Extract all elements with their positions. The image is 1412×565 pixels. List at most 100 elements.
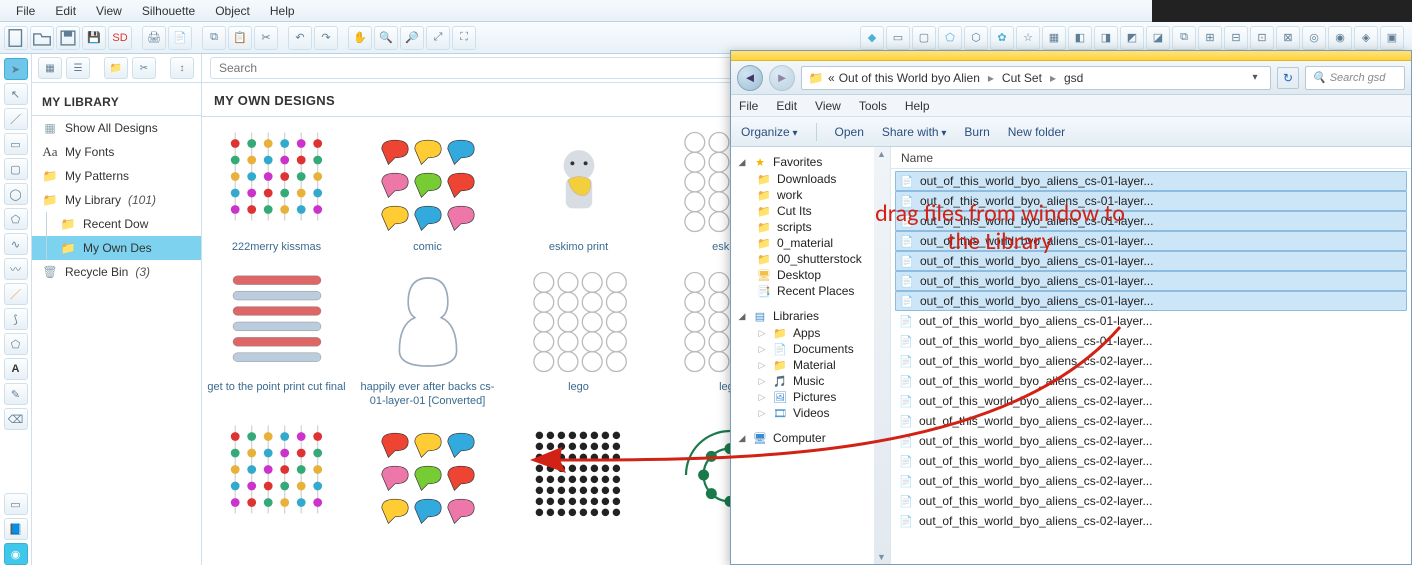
print-icon[interactable]: 🖨 <box>142 26 166 50</box>
file-row[interactable]: 📄out_of_this_world_byo_aliens_cs-01-laye… <box>895 211 1407 231</box>
navtree-item[interactable]: 📁0_material <box>735 235 886 251</box>
design-card[interactable]: 222merry kissmas <box>204 123 349 263</box>
file-row[interactable]: 📄out_of_this_world_byo_aliens_cs-01-laye… <box>895 331 1407 351</box>
text-tool-icon[interactable]: A <box>4 358 28 380</box>
file-row[interactable]: 📄out_of_this_world_byo_aliens_cs-02-laye… <box>895 371 1407 391</box>
eraser-tool-icon[interactable]: ⌫ <box>4 408 28 430</box>
exp-menu-view[interactable]: View <box>815 99 841 113</box>
navtree-item[interactable]: 📁00_shutterstock <box>735 251 886 267</box>
store-icon[interactable]: 📘 <box>4 518 28 540</box>
design-card[interactable] <box>204 416 349 542</box>
file-row[interactable]: 📄out_of_this_world_byo_aliens_cs-01-laye… <box>895 171 1407 191</box>
library-tree-item[interactable]: 📁Recent Dow <box>32 212 201 236</box>
library-icon[interactable]: ◉ <box>4 543 28 565</box>
menu-silhouette[interactable]: Silhouette <box>132 2 205 20</box>
undo-icon[interactable]: ↶ <box>288 26 312 50</box>
file-row[interactable]: 📄out_of_this_world_byo_aliens_cs-02-laye… <box>895 511 1407 531</box>
menu-edit[interactable]: Edit <box>45 2 86 20</box>
tools-b-icon[interactable]: ◧ <box>1068 26 1092 50</box>
breadcrumb-2[interactable]: gsd <box>1064 71 1083 85</box>
organize-button[interactable]: Organize <box>741 125 798 139</box>
file-row[interactable]: 📄out_of_this_world_byo_aliens_cs-01-laye… <box>895 271 1407 291</box>
folder-del-icon[interactable]: ✂ <box>132 57 156 79</box>
knife-tool-icon[interactable]: ✎ <box>4 383 28 405</box>
copy-icon[interactable]: ⧉ <box>202 26 226 50</box>
tools-m-icon[interactable]: ◈ <box>1354 26 1378 50</box>
library-tree-item[interactable]: 📁My Patterns <box>32 164 201 188</box>
expand-icon[interactable]: ▷ <box>757 328 767 339</box>
pencil-tool-icon[interactable]: ／ <box>4 283 28 305</box>
save-icon[interactable] <box>56 26 80 50</box>
design-card[interactable]: get to the point print cut final <box>204 263 349 417</box>
explorer-search-input[interactable]: 🔍 Search gsd <box>1305 66 1405 90</box>
file-list[interactable]: 📄out_of_this_world_byo_aliens_cs-01-laye… <box>891 169 1411 564</box>
tools-l-icon[interactable]: ◉ <box>1328 26 1352 50</box>
navtree-item[interactable]: 📑Recent Places <box>735 283 886 299</box>
zoom-drag-icon[interactable]: ⤢ <box>426 26 450 50</box>
expand-icon[interactable]: ▷ <box>757 408 767 419</box>
polygon-tool-icon[interactable]: ⬠ <box>4 208 28 230</box>
navtree-item[interactable]: ▷🖼Pictures <box>735 389 886 405</box>
tree-computer[interactable]: Computer <box>773 431 826 445</box>
tools-k-icon[interactable]: ◎ <box>1302 26 1326 50</box>
shape5-tool-icon[interactable]: ⬠ <box>4 333 28 355</box>
save-as-icon[interactable]: 💾 <box>82 26 106 50</box>
navtree-item[interactable]: ▷🎞Videos <box>735 405 886 421</box>
design-card[interactable]: lego <box>506 263 651 417</box>
zoom-in-icon[interactable]: 🔍 <box>374 26 398 50</box>
library-tree-item[interactable]: 📁My Library (101) <box>32 188 201 212</box>
menu-object[interactable]: Object <box>205 2 260 20</box>
file-row[interactable]: 📄out_of_this_world_byo_aliens_cs-01-laye… <box>895 191 1407 211</box>
ellipse-tool-icon[interactable]: ◯ <box>4 183 28 205</box>
navtree-item[interactable]: 📁Cut Its <box>735 203 886 219</box>
file-row[interactable]: 📄out_of_this_world_byo_aliens_cs-01-laye… <box>895 251 1407 271</box>
file-row[interactable]: 📄out_of_this_world_byo_aliens_cs-02-laye… <box>895 451 1407 471</box>
exp-menu-file[interactable]: File <box>739 99 758 113</box>
explorer-menubar[interactable]: File Edit View Tools Help <box>731 95 1411 117</box>
burn-button[interactable]: Burn <box>964 125 989 139</box>
shape-pentagon-icon[interactable]: ⬠ <box>938 26 962 50</box>
rrect-tool-icon[interactable]: ▢ <box>4 158 28 180</box>
file-row[interactable]: 📄out_of_this_world_byo_aliens_cs-02-laye… <box>895 391 1407 411</box>
forward-button[interactable]: ► <box>769 65 795 91</box>
shape-rect-icon[interactable]: ▭ <box>886 26 910 50</box>
menu-help[interactable]: Help <box>260 2 305 20</box>
new-icon[interactable] <box>4 26 28 50</box>
navtree-item[interactable]: 🖥Desktop <box>735 267 886 283</box>
exp-menu-help[interactable]: Help <box>905 99 930 113</box>
sd-icon[interactable]: SD <box>108 26 132 50</box>
exp-menu-tools[interactable]: Tools <box>859 99 887 113</box>
back-button[interactable]: ◄ <box>737 65 763 91</box>
file-row[interactable]: 📄out_of_this_world_byo_aliens_cs-02-laye… <box>895 411 1407 431</box>
exp-menu-edit[interactable]: Edit <box>776 99 797 113</box>
shape-hex-icon[interactable]: ⬡ <box>964 26 988 50</box>
view-list-icon[interactable]: ☰ <box>66 57 90 79</box>
navtree-item[interactable]: ▷📄Documents <box>735 341 886 357</box>
file-row[interactable]: 📄out_of_this_world_byo_aliens_cs-02-laye… <box>895 351 1407 371</box>
expand-icon[interactable]: ▷ <box>757 360 767 371</box>
menu-view[interactable]: View <box>86 2 132 20</box>
design-card[interactable] <box>355 416 500 542</box>
tools-e-icon[interactable]: ◪ <box>1146 26 1170 50</box>
pan-icon[interactable]: ✋ <box>348 26 372 50</box>
freehand-tool-icon[interactable]: 〰 <box>4 258 28 280</box>
folder-add-icon[interactable]: 📁 <box>104 57 128 79</box>
cut-icon[interactable]: ✂ <box>254 26 278 50</box>
explorer-titlebar[interactable] <box>731 51 1411 61</box>
explorer-window[interactable]: ◄ ► 📁 « Out of this World byo Alien▸ Cut… <box>730 50 1412 565</box>
file-row[interactable]: 📄out_of_this_world_byo_aliens_cs-02-laye… <box>895 491 1407 511</box>
shape-gear-icon[interactable]: ✿ <box>990 26 1014 50</box>
navtree-item[interactable]: ▷📁Apps <box>735 325 886 341</box>
file-row[interactable]: 📄out_of_this_world_byo_aliens_cs-01-laye… <box>895 311 1407 331</box>
tools-i-icon[interactable]: ⊡ <box>1250 26 1274 50</box>
file-row[interactable]: 📄out_of_this_world_byo_aliens_cs-01-laye… <box>895 231 1407 251</box>
shape-star-icon[interactable]: ☆ <box>1016 26 1040 50</box>
tools-g-icon[interactable]: ⊞ <box>1198 26 1222 50</box>
expand-icon[interactable]: ▷ <box>757 344 767 355</box>
expand-icon[interactable]: ▷ <box>757 392 767 403</box>
address-bar[interactable]: 📁 « Out of this World byo Alien▸ Cut Set… <box>801 66 1271 90</box>
file-row[interactable]: 📄out_of_this_world_byo_aliens_cs-02-laye… <box>895 431 1407 451</box>
line-tool-icon[interactable]: ／ <box>4 108 28 130</box>
tools-f-icon[interactable]: ⧉ <box>1172 26 1196 50</box>
design-card[interactable]: comic <box>355 123 500 263</box>
